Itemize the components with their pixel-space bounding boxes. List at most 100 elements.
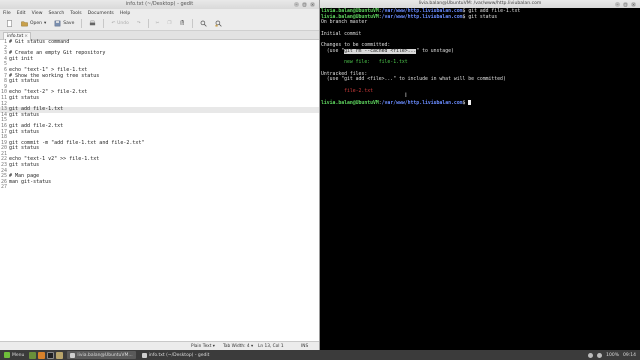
prompt-path: /var/www/http.liviubalan.com	[381, 14, 463, 20]
menu-tools[interactable]: Tools	[70, 11, 81, 16]
mouse-ibeam-cursor-icon: I	[405, 92, 407, 99]
syntax-selector[interactable]: Plain Text ▾	[191, 344, 215, 349]
system-tray: 100% 09:14	[588, 352, 640, 358]
task-label: livia.balan@UbuntuVM...	[77, 352, 133, 358]
minimize-icon[interactable]: –	[615, 1, 620, 7]
toolbar-separator	[192, 19, 194, 28]
menu-documents[interactable]: Documents	[88, 11, 114, 16]
line-text: git status	[9, 162, 40, 169]
editor-toolbar: Open ▾ Save ↶ Undo ↷ ✂ ❐ 📋︎	[0, 17, 319, 31]
line-text	[8, 185, 9, 191]
folder-open-icon	[21, 21, 28, 27]
paste-button[interactable]: 📋︎	[177, 19, 189, 29]
selected-text[interactable]: git rm --cached <file>...	[344, 48, 417, 54]
terminal-app-icon	[70, 352, 76, 358]
task-label: info.txt (~/Desktop) - gedit	[148, 352, 210, 358]
prompt-path: /var/www/http.liviubalan.com	[381, 9, 463, 14]
menu-help[interactable]: Help	[120, 11, 130, 16]
editor-line[interactable]: 27	[0, 185, 319, 191]
terminal-launcher-icon[interactable]	[47, 351, 55, 359]
find-button[interactable]	[197, 19, 210, 29]
cursor-position: Ln 13, Col 1	[258, 344, 284, 349]
text-cursor	[468, 100, 472, 105]
menu-search[interactable]: Search	[49, 11, 65, 16]
line-text: git status	[9, 145, 40, 152]
line-text: git status	[9, 94, 40, 101]
print-icon	[90, 20, 96, 26]
editor-menu-bar: File Edit View Search Tools Documents He…	[0, 9, 319, 17]
search-replace-icon	[215, 20, 222, 27]
prompt-user: livia.balan@UbuntuVM	[321, 14, 379, 20]
close-icon[interactable]: ×	[631, 1, 636, 7]
undo-button[interactable]: ↶ Undo	[108, 19, 132, 29]
menu-edit[interactable]: Edit	[17, 11, 26, 16]
show-desktop-icon[interactable]	[29, 351, 37, 359]
terminal-window-title: livia.balan@UbuntuVM: /var/www/http.livi…	[418, 1, 542, 6]
editor-title-bar[interactable]: info.txt (~/Desktop) - gedit – □ ×	[0, 0, 319, 9]
save-icon	[54, 20, 61, 27]
toolbar-separator	[81, 19, 83, 28]
taskbar-terminal[interactable]: livia.balan@UbuntuVM...	[67, 351, 136, 359]
line-text: # Git status command	[9, 39, 70, 45]
toolbar-separator	[147, 19, 149, 28]
paste-icon: 📋︎	[179, 21, 186, 26]
line-text: git status	[9, 128, 40, 135]
line-number: 27	[0, 184, 7, 191]
mint-menu-icon	[4, 352, 10, 358]
firefox-icon[interactable]	[38, 351, 46, 359]
maximize-icon[interactable]: □	[302, 2, 307, 7]
menu-file[interactable]: File	[3, 11, 11, 16]
prompt-path: /var/www/http.liviubalan.com	[381, 101, 463, 106]
battery-level[interactable]: 100%	[606, 353, 619, 358]
chevron-down-icon[interactable]: ▾	[44, 21, 46, 26]
new-document-button[interactable]	[3, 19, 16, 29]
terminal-prompt-line: livia.balan@UbuntuVM:/var/www/http.liviu…	[321, 100, 640, 106]
files-icon[interactable]	[56, 351, 64, 359]
maximize-icon[interactable]: □	[623, 1, 628, 7]
editor-status-bar: Plain Text ▾ Tab Width: 4 ▾ Ln 13, Col 1…	[0, 341, 319, 350]
cut-button[interactable]: ✂	[153, 19, 163, 29]
command-text: git status	[468, 14, 498, 20]
toolbar-separator	[103, 19, 105, 28]
undo-label: Undo	[117, 21, 129, 26]
clock[interactable]: 09:14	[623, 353, 636, 358]
menu-button[interactable]: Menu	[0, 350, 28, 360]
network-icon[interactable]	[588, 352, 594, 358]
editor-text-area[interactable]: 1 # Git status command 2 3 # Create an empty…	[0, 39, 319, 341]
editor-window-title: info.txt (~/Desktop) - gedit	[125, 1, 194, 7]
close-icon[interactable]: ×	[310, 2, 315, 7]
terminal-output[interactable]: livia.balan@UbuntuVM:/var/www/http.liviu…	[321, 9, 640, 350]
volume-icon[interactable]	[597, 352, 603, 358]
prompt-user: livia.balan@UbuntuVM	[321, 101, 379, 106]
redo-icon: ↷	[136, 21, 141, 26]
terminal-title-bar[interactable]: livia.balan@UbuntuVM: /var/www/http.livi…	[320, 0, 640, 8]
line-text: git status	[9, 78, 40, 85]
bottom-panel: Menu livia.balan@UbuntuVM... info.txt (~…	[0, 350, 640, 360]
redo-button[interactable]: ↷	[134, 19, 144, 29]
replace-button[interactable]	[212, 19, 225, 29]
line-text: git init	[9, 55, 34, 62]
text-editor-app-icon	[141, 352, 147, 358]
minimize-icon[interactable]: –	[294, 2, 299, 7]
save-button[interactable]: Save	[51, 19, 77, 29]
taskbar-editor[interactable]: info.txt (~/Desktop) - gedit	[139, 351, 213, 359]
line-text: git status	[9, 111, 40, 118]
new-document-icon	[7, 20, 12, 27]
copy-button[interactable]: ❐	[164, 19, 174, 29]
menu-view[interactable]: View	[32, 11, 43, 16]
print-button[interactable]	[86, 19, 99, 29]
prompt-user: livia.balan@UbuntuVM	[321, 9, 379, 14]
menu-label: Menu	[12, 352, 25, 358]
hint-text: (use "	[321, 48, 345, 54]
copy-icon: ❐	[167, 21, 172, 26]
open-button[interactable]: Open ▾	[18, 19, 49, 29]
open-label: Open	[30, 21, 43, 26]
cut-icon: ✂	[155, 21, 160, 26]
insert-mode: INS	[301, 344, 309, 349]
tab-width-selector[interactable]: Tab Width: 4 ▾	[223, 344, 253, 349]
terminal-window[interactable]: livia.balan@UbuntuVM: /var/www/http.livi…	[320, 0, 640, 350]
undo-icon: ↶	[111, 21, 116, 26]
line-text: man git-status	[9, 178, 52, 185]
save-label: Save	[63, 21, 75, 26]
text-editor-window: info.txt (~/Desktop) - gedit – □ × File …	[0, 0, 320, 350]
